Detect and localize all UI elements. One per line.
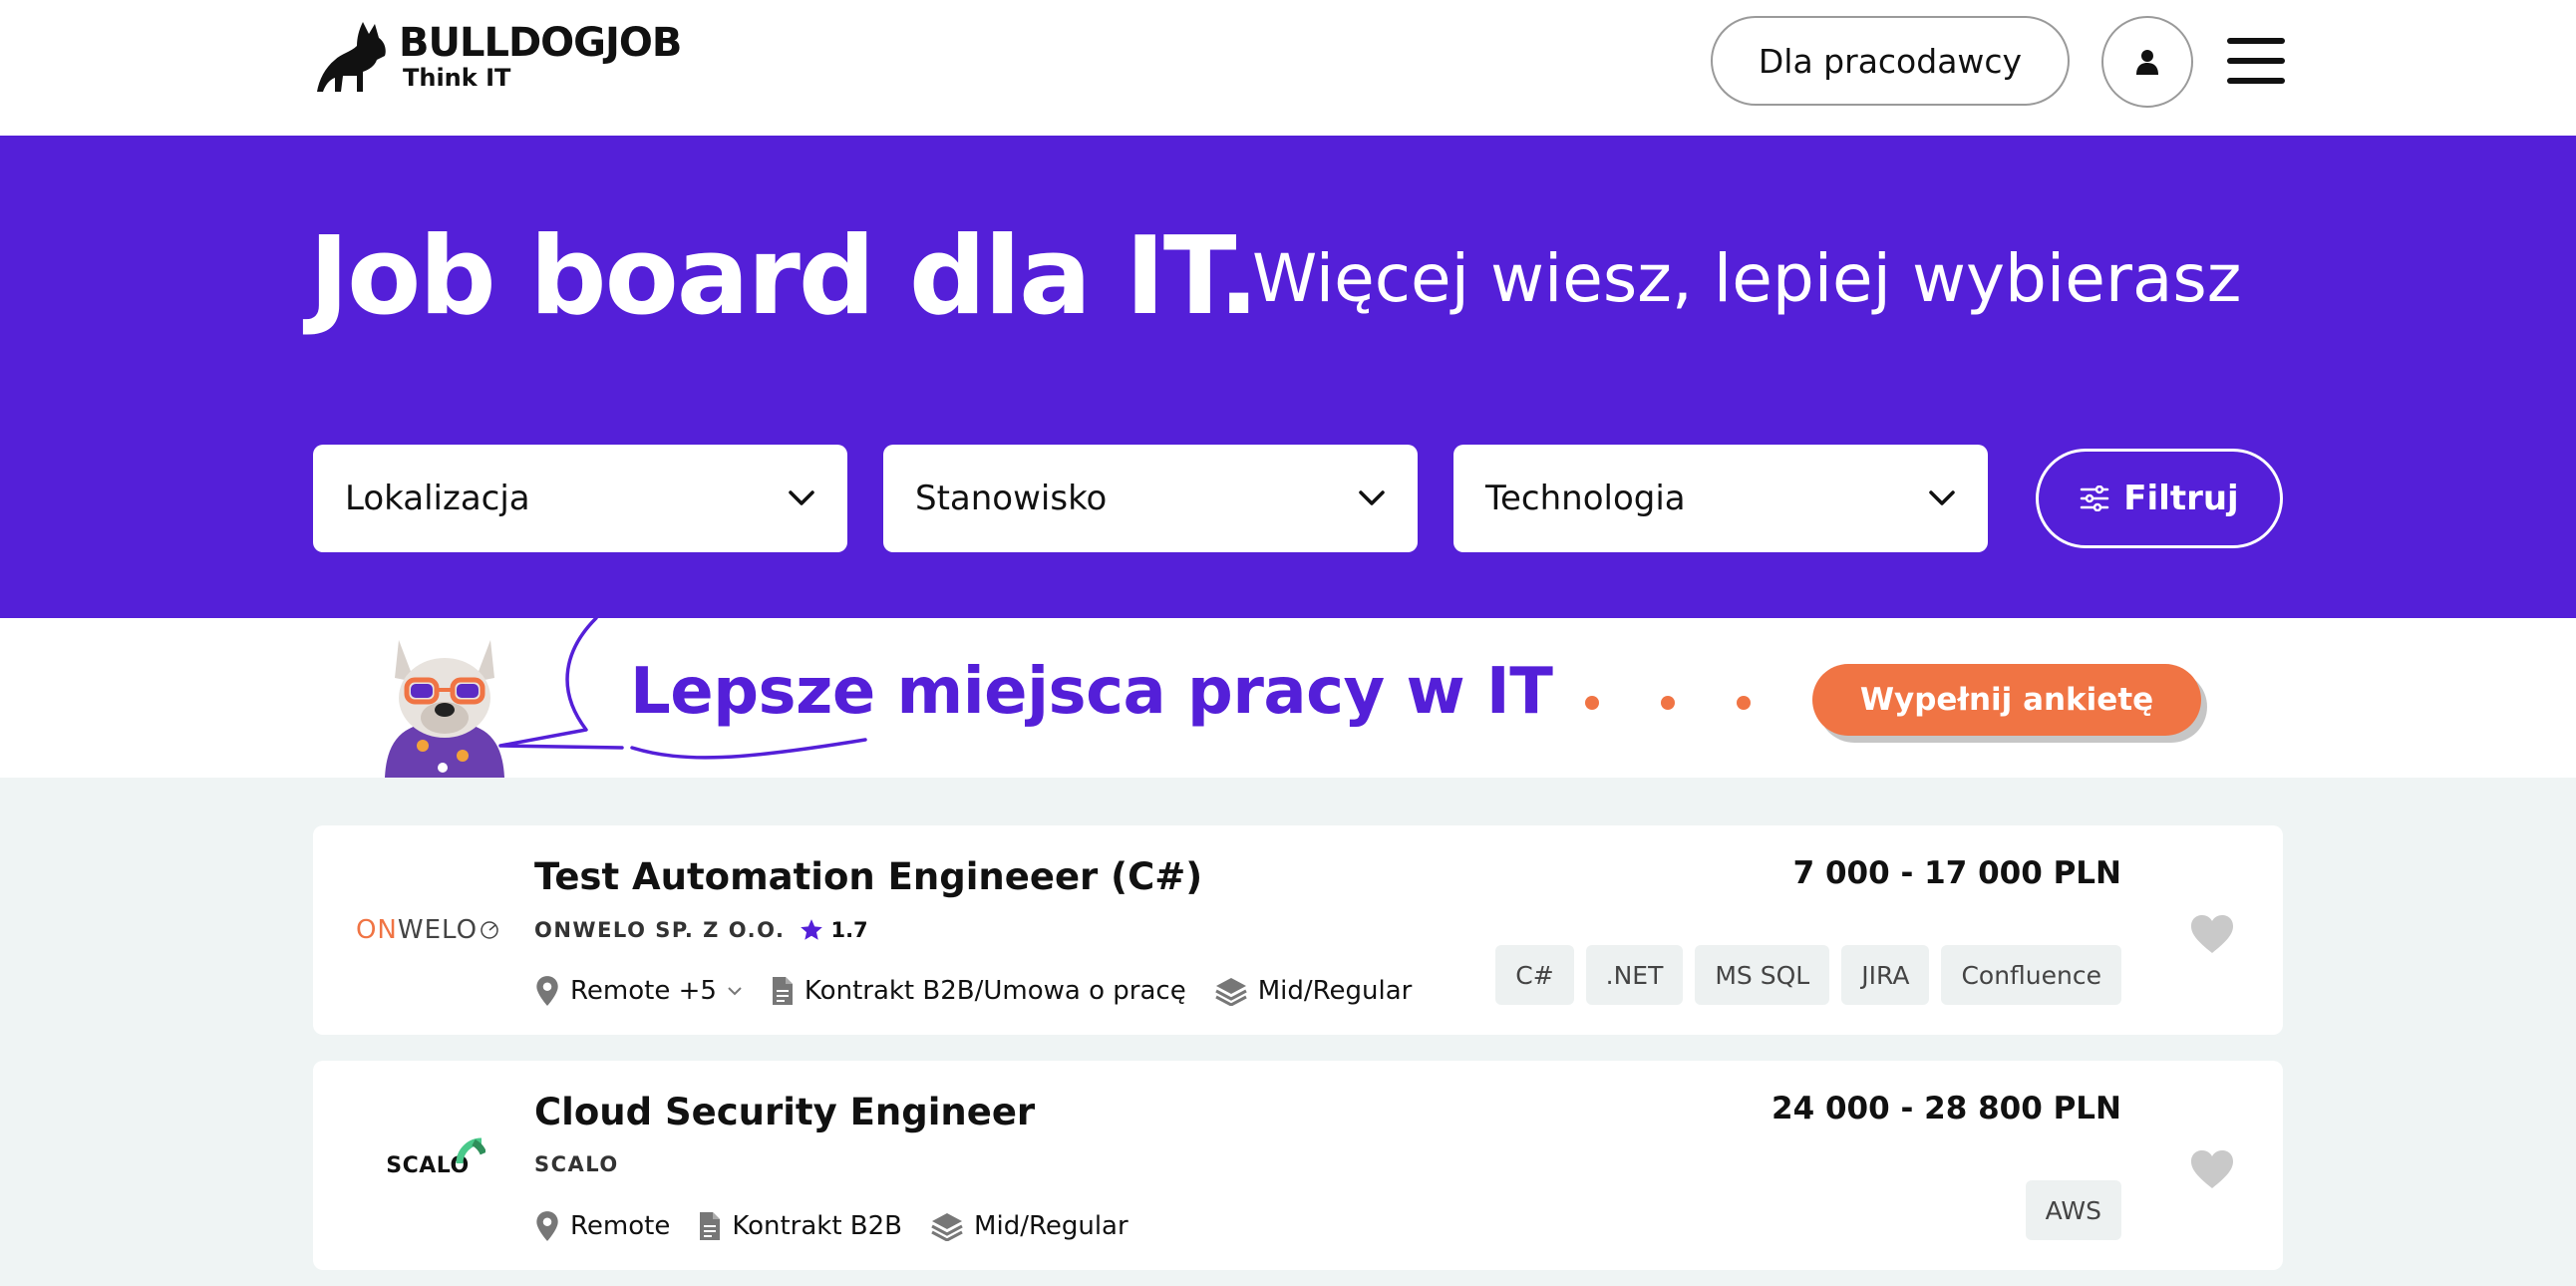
location-pin-icon <box>536 976 558 1006</box>
job-meta: Remote Kontrakt B2B Mid/Regular <box>534 1210 1156 1242</box>
location-select-label: Lokalizacja <box>345 479 530 518</box>
company-logo-prefix: ON <box>355 915 398 945</box>
company-name[interactable]: SCALO <box>534 1152 619 1176</box>
rating-value: 1.7 <box>830 918 868 942</box>
star-icon <box>801 919 823 940</box>
job-location-label: Remote +5 <box>570 976 717 1006</box>
hero-section: Job board dla IT. Więcej wiesz, lepiej w… <box>0 136 2576 618</box>
position-select-label: Stanowisko <box>915 479 1108 518</box>
technology-select[interactable]: Technologia <box>1453 445 1988 552</box>
chevron-down-icon <box>1929 490 1955 505</box>
job-level: Mid/Regular <box>1214 976 1413 1006</box>
sliders-icon <box>2081 485 2109 511</box>
job-contract: Kontrakt B2B <box>698 1211 902 1241</box>
job-level-label: Mid/Regular <box>974 1211 1128 1241</box>
salary-range: 7 000 - 17 000 PLN <box>1792 855 2121 891</box>
logo-arc-icon <box>456 1137 485 1163</box>
logo-text: BULLDOGJOB Think IT <box>399 20 682 92</box>
position-select[interactable]: Stanowisko <box>883 445 1418 552</box>
job-level: Mid/Regular <box>930 1211 1128 1241</box>
tech-tags: C# .NET MS SQL JIRA Confluence <box>1495 945 2121 1005</box>
layers-icon <box>1214 978 1247 1006</box>
chevron-down-icon <box>728 987 742 996</box>
company-logo: SCALO <box>343 1061 512 1270</box>
tech-tag: .NET <box>1585 945 1684 1005</box>
tech-tag: C# <box>1495 945 1574 1005</box>
company-name[interactable]: ONWELO SP. Z O.O. <box>534 918 785 942</box>
job-contract-label: Kontrakt B2B <box>732 1211 903 1241</box>
fill-survey-button[interactable]: Wypełnij ankietę <box>1812 664 2201 736</box>
technology-select-label: Technologia <box>1485 479 1686 518</box>
filter-button[interactable]: Filtruj <box>2036 449 2283 548</box>
job-location: Remote <box>534 1210 670 1242</box>
favorite-heart-icon[interactable] <box>2189 1148 2235 1190</box>
chevron-down-icon <box>789 490 814 505</box>
filter-button-label: Filtruj <box>2123 479 2239 518</box>
job-card[interactable]: SCALO Cloud Security Engineer SCALO Remo… <box>313 1061 2283 1270</box>
location-pin-icon <box>536 1211 558 1241</box>
job-card[interactable]: ON WELO Test Automation Engineeer (C#) ON… <box>313 825 2283 1035</box>
salary-range: 24 000 - 28 800 PLN <box>1771 1091 2121 1126</box>
tech-tags: AWS <box>2025 1180 2121 1240</box>
tech-tag: MS SQL <box>1695 945 1830 1005</box>
survey-banner[interactable]: Lepsze miejsca pracy w IT Wypełnij ankie… <box>0 618 2576 778</box>
job-contract-label: Kontrakt B2B/Umowa o pracę <box>804 976 1186 1006</box>
logo-subtitle: Think IT <box>403 64 511 92</box>
for-employers-button[interactable]: Dla pracodawcy <box>1711 16 2070 106</box>
tech-tag: AWS <box>2025 1180 2121 1240</box>
job-title[interactable]: Test Automation Engineeer (C#) <box>534 855 1202 898</box>
user-icon <box>2136 50 2158 75</box>
hamburger-menu-icon[interactable] <box>2227 38 2285 84</box>
user-account-button[interactable] <box>2101 16 2193 108</box>
job-contract: Kontrakt B2B/Umowa o pracę <box>771 976 1186 1006</box>
bulldogjob-logo[interactable]: BULLDOGJOB Think IT <box>317 20 682 94</box>
favorite-heart-icon[interactable] <box>2189 913 2235 955</box>
company-row: ONWELO SP. Z O.O. 1.7 <box>534 917 868 943</box>
hero-subtitle: Więcej wiesz, lepiej wybierasz <box>1252 240 2242 317</box>
bulldog-logo-icon <box>317 22 386 92</box>
company-logo-rest: WELO <box>397 915 479 945</box>
document-icon <box>700 1212 721 1240</box>
job-meta: Remote +5 Kontrakt B2B/Umowa o pracę Mid… <box>534 975 1440 1007</box>
logo-title: BULLDOGJOB <box>399 20 682 66</box>
company-row: SCALO <box>534 1152 619 1176</box>
chevron-down-icon <box>1359 490 1385 505</box>
company-rating: 1.7 <box>799 917 868 943</box>
job-title[interactable]: Cloud Security Engineer <box>534 1091 1035 1133</box>
job-location[interactable]: Remote +5 <box>534 975 743 1007</box>
layers-icon <box>931 1213 963 1241</box>
top-navigation: BULLDOGJOB Think IT Dla pracodawcy <box>0 0 2576 136</box>
job-location-label: Remote <box>570 1211 671 1241</box>
document-icon <box>772 977 793 1005</box>
logo-mark-icon <box>481 921 498 939</box>
tech-tag: Confluence <box>1941 945 2121 1005</box>
tech-tag: JIRA <box>1841 945 1930 1005</box>
banner-headline: Lepsze miejsca pracy w IT <box>630 655 1553 729</box>
job-level-label: Mid/Regular <box>1257 976 1413 1006</box>
company-logo: ON WELO <box>343 825 512 1035</box>
hero-title: Job board dla IT. <box>309 214 1259 339</box>
location-select[interactable]: Lokalizacja <box>313 445 847 552</box>
